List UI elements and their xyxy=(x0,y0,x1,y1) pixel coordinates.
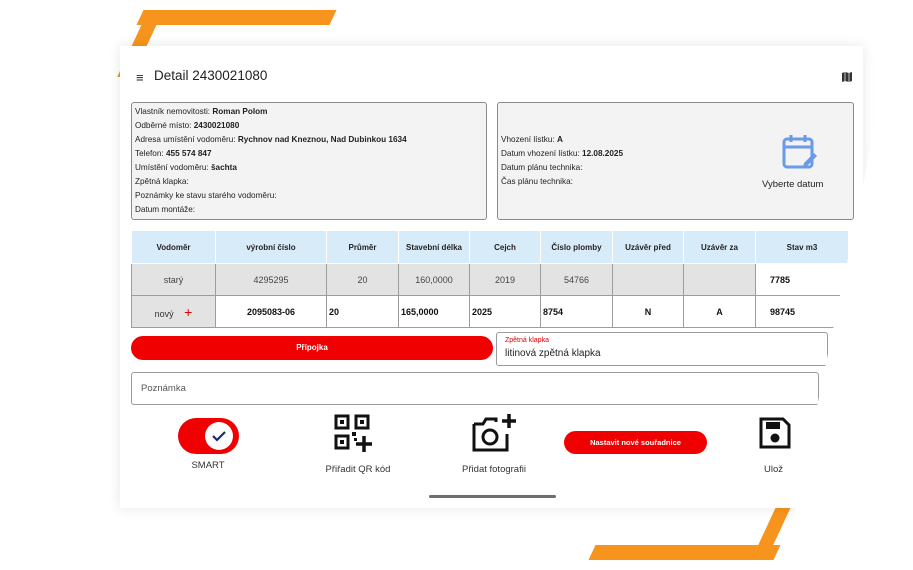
frame-diagonal-cut xyxy=(783,0,913,570)
